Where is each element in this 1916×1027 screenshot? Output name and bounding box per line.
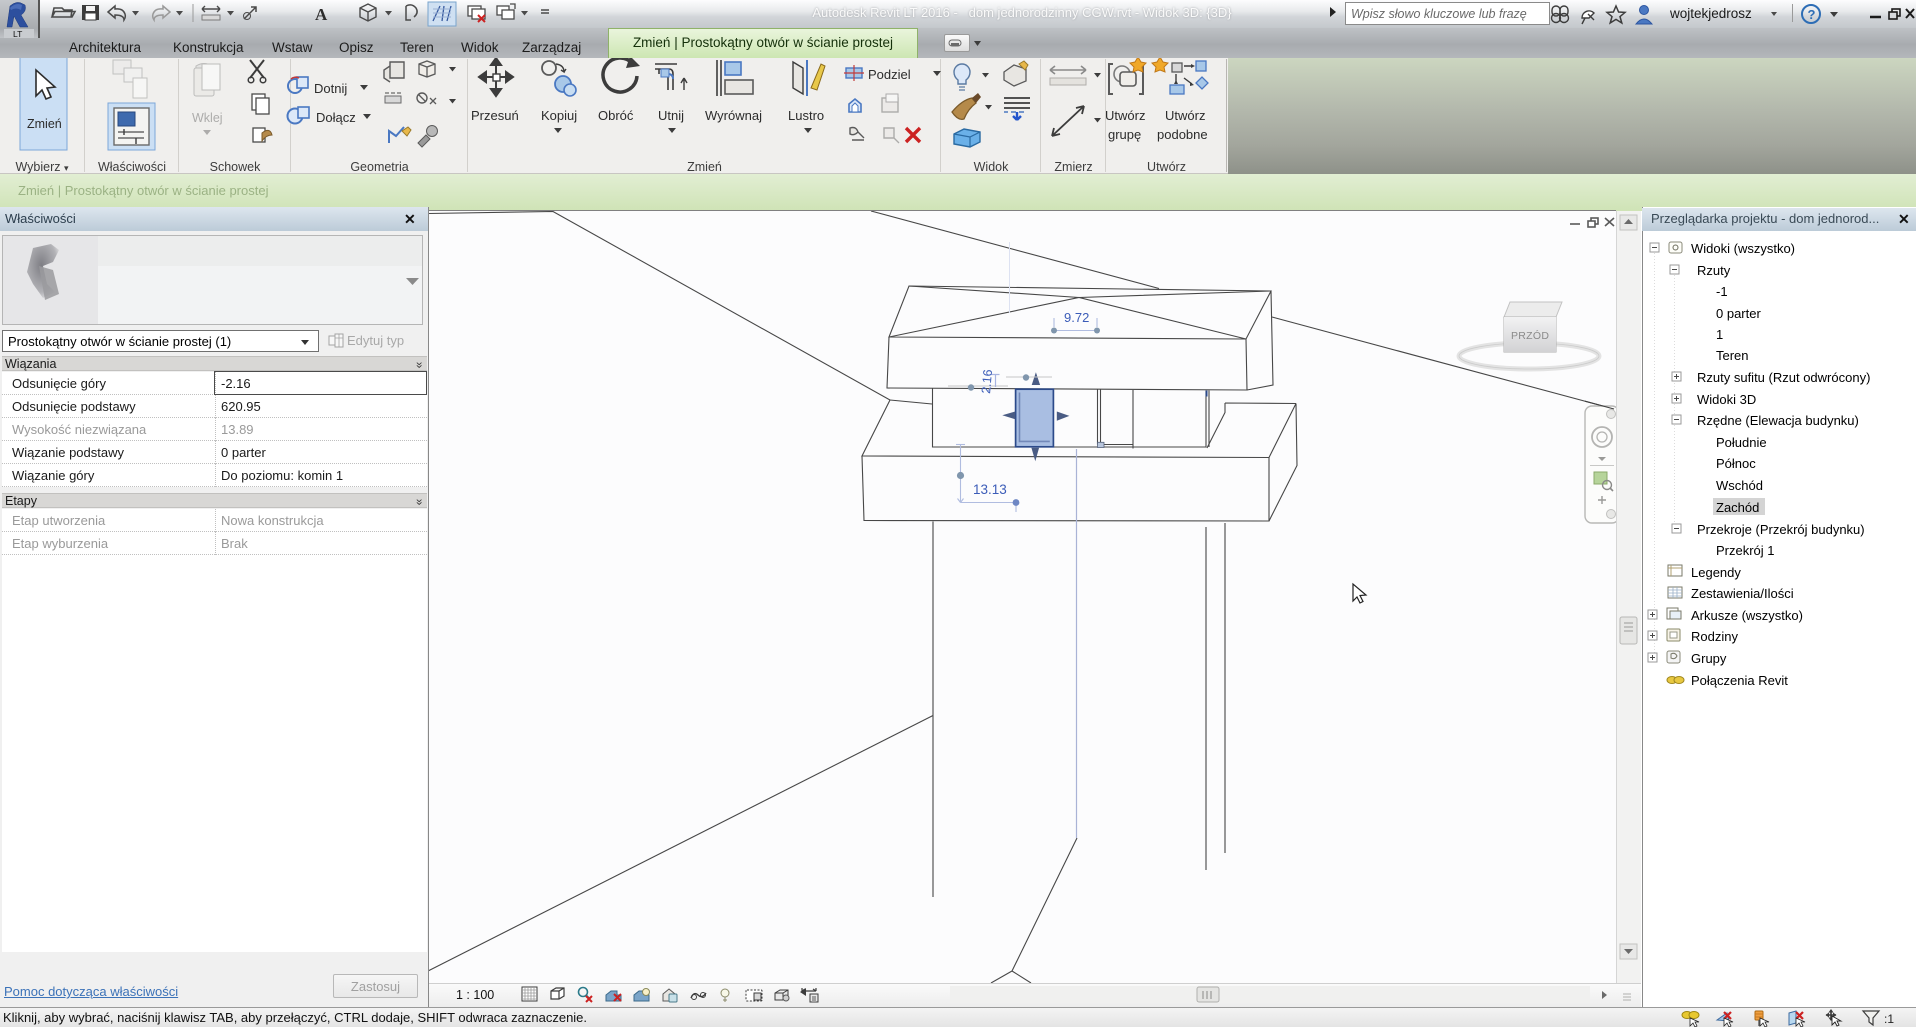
svg-text:Podziel: Podziel <box>868 67 911 82</box>
svg-text:Dotnij: Dotnij <box>314 81 347 96</box>
svg-text:Grupy: Grupy <box>1691 651 1727 666</box>
svg-text:Obróć: Obróć <box>598 108 634 123</box>
svg-text:Rzuty: Rzuty <box>1697 263 1731 278</box>
svg-text:Wyrównaj: Wyrównaj <box>705 108 762 123</box>
svg-text:0 parter: 0 parter <box>1716 306 1761 321</box>
svg-text:Dołącz: Dołącz <box>316 110 356 125</box>
svg-text:Wschód: Wschód <box>1716 478 1763 493</box>
svg-text:Przekroje (Przekrój budynku): Przekroje (Przekrój budynku) <box>1697 522 1865 537</box>
svg-text:Rzędne (Elewacja budynku): Rzędne (Elewacja budynku) <box>1697 413 1859 428</box>
svg-text:Rodziny: Rodziny <box>1691 629 1738 644</box>
svg-text:Rzuty sufitu (Rzut odwrócony): Rzuty sufitu (Rzut odwrócony) <box>1697 370 1870 385</box>
svg-text:Lustro: Lustro <box>788 108 824 123</box>
svg-text:grupę: grupę <box>1108 127 1141 142</box>
svg-text:2.16: 2.16 <box>979 369 995 395</box>
svg-text:Przesuń: Przesuń <box>471 108 519 123</box>
svg-text:Przekrój 1: Przekrój 1 <box>1716 543 1775 558</box>
svg-text:?: ? <box>1808 7 1816 22</box>
svg-text:Wklej: Wklej <box>192 111 223 125</box>
svg-text:PRZÓD: PRZÓD <box>1511 329 1549 342</box>
svg-text:A: A <box>315 5 328 24</box>
svg-text:Utnij: Utnij <box>658 108 684 123</box>
svg-text:Zestawienia/Ilości: Zestawienia/Ilości <box>1691 586 1794 601</box>
svg-text:Zmień: Zmień <box>27 117 62 131</box>
svg-text:Teren: Teren <box>1716 348 1749 363</box>
svg-text:Arkusze (wszystko): Arkusze (wszystko) <box>1691 608 1803 623</box>
svg-text:13.13: 13.13 <box>973 482 1007 497</box>
svg-text:Utwórz: Utwórz <box>1105 108 1145 123</box>
svg-text:Połączenia Revit: Połączenia Revit <box>1691 673 1788 688</box>
svg-text:Kopiuj: Kopiuj <box>541 108 577 123</box>
svg-text:9.72: 9.72 <box>1064 310 1089 325</box>
svg-text::1: :1 <box>1884 1012 1894 1026</box>
svg-text:Południe: Południe <box>1716 435 1767 450</box>
svg-text:-1: -1 <box>1716 284 1728 299</box>
svg-text:Północ: Północ <box>1716 456 1756 471</box>
svg-text:1: 1 <box>1716 327 1723 342</box>
svg-text:Widoki (wszystko): Widoki (wszystko) <box>1691 241 1795 256</box>
svg-text:Utwórz: Utwórz <box>1165 108 1205 123</box>
svg-text:Zachód: Zachód <box>1716 500 1759 515</box>
svg-text:podobne: podobne <box>1157 127 1208 142</box>
svg-text:LT: LT <box>13 29 22 38</box>
svg-text:Widoki 3D: Widoki 3D <box>1697 392 1756 407</box>
svg-text:Legendy: Legendy <box>1691 565 1741 580</box>
